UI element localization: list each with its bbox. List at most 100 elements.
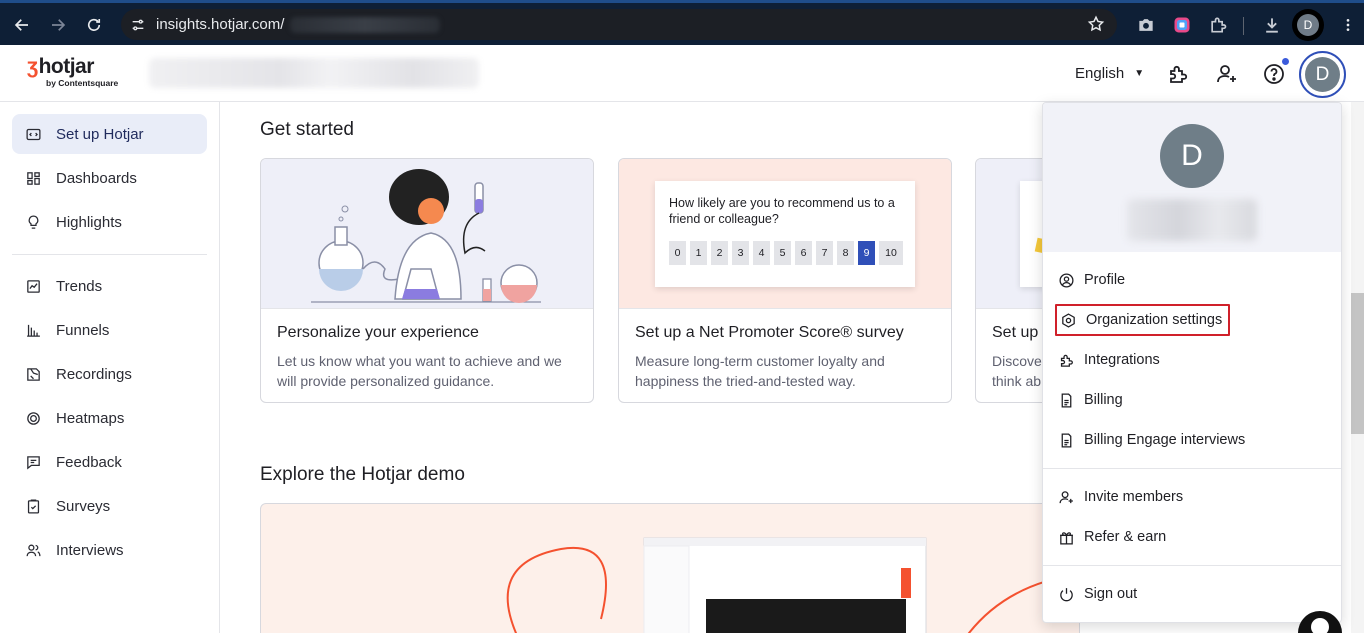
toolbar-separator — [1243, 17, 1244, 35]
nps-score: 5 — [774, 241, 791, 265]
sidebar: Set up Hotjar Dashboards Highlights Tren… — [0, 102, 220, 633]
menu-item-integrations[interactable]: Integrations — [1055, 344, 1166, 376]
bookmark-star-icon[interactable] — [1087, 15, 1105, 33]
avatar: D — [1160, 124, 1224, 188]
sidebar-item-highlights[interactable]: Highlights — [12, 202, 207, 242]
menu-item-refer-earn[interactable]: Refer & earn — [1055, 521, 1172, 553]
extensions-puzzle-icon[interactable] — [1208, 15, 1228, 35]
help-icon[interactable] — [1262, 62, 1286, 86]
billing-icon — [1057, 431, 1075, 449]
settings-hex-icon — [1059, 311, 1077, 329]
nps-score: 2 — [711, 241, 728, 265]
address-bar[interactable]: insights.hotjar.com/ — [121, 9, 1117, 40]
sidebar-item-label: Set up Hotjar — [56, 125, 144, 143]
menu-item-label: Organization settings — [1086, 312, 1223, 328]
browser-menu-icon[interactable] — [1340, 16, 1356, 34]
billing-icon — [1057, 391, 1075, 409]
profile-icon — [1057, 271, 1075, 289]
sidebar-item-label: Trends — [56, 277, 103, 295]
back-icon[interactable] — [8, 11, 36, 39]
sidebar-divider — [12, 254, 207, 255]
url-text: insights.hotjar.com/ — [156, 16, 285, 33]
nps-preview: How likely are you to recommend us to a … — [655, 181, 915, 287]
sidebar-item-label: Funnels — [56, 321, 110, 339]
url-redacted — [290, 16, 441, 33]
setup-icon — [24, 125, 42, 143]
sidebar-item-dashboards[interactable]: Dashboards — [12, 158, 207, 198]
explore-demo-heading: Explore the Hotjar demo — [260, 464, 465, 485]
lightbulb-icon — [24, 213, 42, 231]
sidebar-item-label: Heatmaps — [56, 409, 125, 427]
card-title: Set up a Net Promoter Score® survey — [635, 324, 904, 341]
logo-subtitle: by Contentsquare — [46, 78, 119, 88]
demo-illustration — [506, 537, 1079, 633]
sidebar-item-label: Dashboards — [56, 169, 137, 187]
sidebar-item-feedback[interactable]: Feedback — [12, 442, 207, 482]
sidebar-item-label: Surveys — [56, 497, 111, 515]
nps-score: 6 — [795, 241, 812, 265]
scrollbar-thumb[interactable] — [1351, 293, 1364, 434]
menu-item-billing[interactable]: Billing — [1055, 384, 1129, 416]
scientist-illustration — [261, 159, 593, 309]
browser-profile-button[interactable]: D — [1292, 9, 1324, 41]
dashboards-icon — [24, 169, 42, 187]
menu-item-profile[interactable]: Profile — [1055, 264, 1131, 296]
nps-score: 0 — [669, 241, 686, 265]
sidebar-item-label: Interviews — [56, 541, 124, 559]
menu-item-label: Profile — [1084, 272, 1126, 288]
menu-item-organization-settings[interactable]: Organization settings — [1055, 304, 1231, 336]
logo-text: hotjar — [38, 55, 95, 78]
menu-item-billing-engage-interviews[interactable]: Billing Engage interviews — [1055, 424, 1251, 456]
browser-toolbar: insights.hotjar.com/ D — [0, 0, 1364, 45]
sidebar-item-interviews[interactable]: Interviews — [12, 530, 207, 570]
integrations-puzzle-icon[interactable] — [1166, 62, 1190, 86]
hotjar-logo[interactable]: ʒ hotjar by Contentsquare — [27, 55, 118, 88]
nps-score: 4 — [753, 241, 770, 265]
sidebar-item-trends[interactable]: Trends — [12, 266, 207, 306]
sidebar-item-funnels[interactable]: Funnels — [12, 310, 207, 350]
nps-score-selected: 9 — [858, 241, 875, 265]
recordings-icon — [24, 365, 42, 383]
download-icon[interactable] — [1262, 15, 1282, 35]
sidebar-item-label: Recordings — [56, 365, 132, 383]
nps-score: 8 — [837, 241, 854, 265]
card-personalize[interactable]: Personalize your experience Let us know … — [260, 158, 594, 403]
menu-item-label: Billing Engage interviews — [1084, 432, 1246, 448]
menu-item-invite-members[interactable]: Invite members — [1055, 481, 1189, 513]
sidebar-item-recordings[interactable]: Recordings — [12, 354, 207, 394]
card-title: Set up — [992, 324, 1039, 341]
power-icon — [1057, 585, 1075, 603]
notification-dot — [1281, 57, 1290, 66]
card-nps-survey[interactable]: How likely are you to recommend us to a … — [618, 158, 952, 403]
nps-question: How likely are you to recommend us to a … — [669, 196, 895, 226]
demo-preview[interactable] — [260, 503, 1080, 633]
invite-icon — [1057, 488, 1075, 506]
user-avatar-button[interactable]: D — [1299, 51, 1346, 98]
account-menu-header: D — [1043, 103, 1341, 252]
page-scrollbar[interactable] — [1351, 102, 1364, 633]
card-description: Let us know what you want to achieve and… — [277, 353, 562, 389]
menu-divider — [1043, 468, 1341, 469]
nps-score: 10 — [879, 241, 903, 265]
forward-icon[interactable] — [44, 11, 72, 39]
site-info-icon[interactable] — [128, 15, 148, 35]
site-selector-redacted[interactable] — [149, 58, 479, 88]
menu-item-label: Integrations — [1084, 352, 1160, 368]
color-extension-icon[interactable] — [1172, 15, 1192, 35]
language-selector[interactable]: English ▼ — [1075, 65, 1144, 82]
sidebar-item-heatmaps[interactable]: Heatmaps — [12, 398, 207, 438]
sidebar-item-set-up-hotjar[interactable]: Set up Hotjar — [12, 114, 207, 154]
nps-scale: 0 1 2 3 4 5 6 7 8 9 10 — [669, 241, 903, 265]
sidebar-item-label: Feedback — [56, 453, 122, 471]
menu-item-sign-out[interactable]: Sign out — [1055, 578, 1143, 610]
nps-score: 1 — [690, 241, 707, 265]
heatmaps-icon — [24, 409, 42, 427]
sidebar-item-surveys[interactable]: Surveys — [12, 486, 207, 526]
add-user-icon[interactable] — [1215, 62, 1239, 86]
app-header: ʒ hotjar by Contentsquare English ▼ — [0, 45, 1364, 102]
card-title: Personalize your experience — [277, 324, 479, 341]
nps-score: 7 — [816, 241, 833, 265]
menu-divider — [1043, 565, 1341, 566]
reload-icon[interactable] — [80, 11, 108, 39]
camera-icon[interactable] — [1136, 15, 1156, 35]
